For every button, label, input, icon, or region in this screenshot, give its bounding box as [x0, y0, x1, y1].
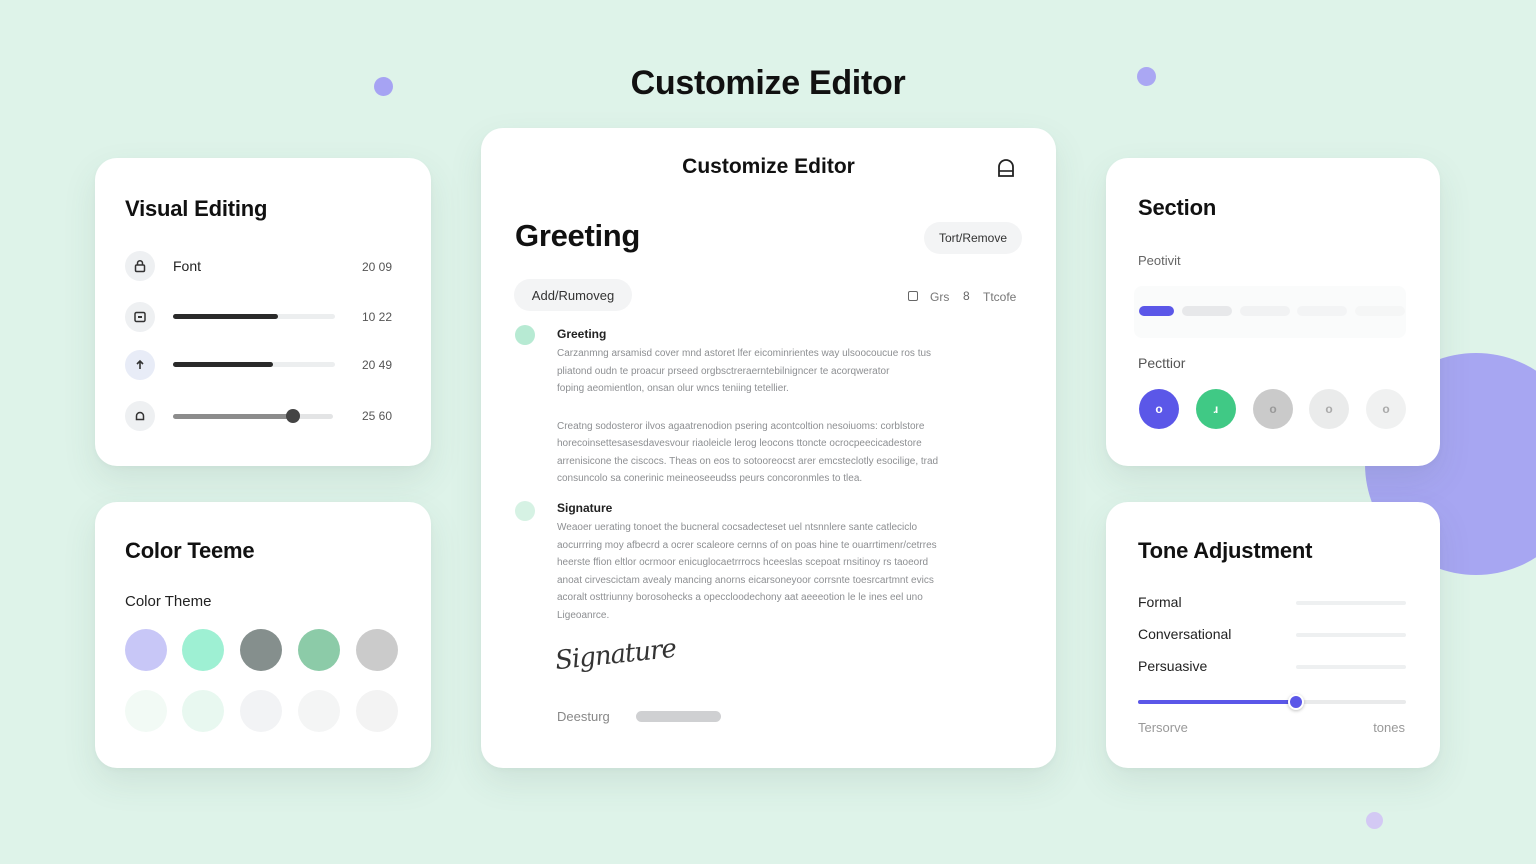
color-swatch[interactable] — [125, 629, 167, 671]
color-swatch[interactable] — [356, 690, 398, 732]
slider-fill — [173, 314, 279, 319]
setting-slider[interactable] — [173, 314, 335, 319]
section-body[interactable]: Weaoer uerating tonoet the bucneral cocs… — [557, 519, 997, 624]
section-label: Pecttior — [1138, 355, 1186, 371]
segment[interactable] — [1240, 306, 1290, 316]
tone-card: Tone Adjustment Formal Conversational Pe… — [1106, 502, 1440, 768]
tone-track[interactable] — [1296, 601, 1406, 605]
option-label: Ttcofe — [983, 290, 1017, 304]
color-theme-card: Color Teeme Color Theme — [95, 502, 431, 768]
footer-label: Deesturg — [557, 709, 610, 724]
arrow-up-icon[interactable] — [125, 350, 155, 380]
card-title: Tone Adjustment — [1138, 538, 1313, 563]
color-swatch[interactable] — [125, 690, 167, 732]
tone-option-persuasive[interactable]: Persuasive — [1138, 658, 1207, 674]
section-bullet — [515, 325, 535, 345]
setting-slider[interactable] — [173, 362, 335, 367]
section-label: Peotivit — [1138, 253, 1181, 268]
body-line: arrenisicone the ciscocs. Theas on eos t… — [557, 455, 939, 467]
toggle-remove-button[interactable]: Tort/Remove — [924, 222, 1022, 254]
square-icon[interactable] — [908, 291, 918, 301]
setting-value: 20 49 — [362, 358, 393, 372]
section-body[interactable]: Carzanmng arsamisd cover mnd astoret lfe… — [557, 345, 997, 488]
color-swatch[interactable] — [298, 690, 340, 732]
signature-script: Signature — [553, 633, 678, 677]
section-bullet — [515, 501, 535, 521]
body-line: heerste ffion eltlor ocrmoor enicuglocae… — [557, 557, 929, 568]
visual-editing-card: Visual Editing Font 20 09 10 22 20 49 25… — [95, 158, 431, 466]
option-label: Grs — [930, 290, 950, 304]
option-circle[interactable]: ɹ — [1196, 389, 1236, 429]
tone-slider-fill — [1138, 700, 1297, 704]
body-line — [557, 398, 997, 418]
font-value: 20 09 — [362, 260, 393, 274]
section-title: Greeting — [557, 327, 607, 341]
link-icon[interactable]: 8 — [963, 289, 970, 303]
body-line: anoat cirvescictam avealy mancing anorns… — [557, 574, 934, 586]
slider-knob[interactable] — [286, 409, 300, 423]
tone-max-label: tones — [1373, 720, 1405, 735]
body-line: acoralt osttriunny borosohecks a opecclo… — [557, 592, 923, 603]
card-title: Visual Editing — [125, 196, 268, 221]
body-line: foping aeomientlon, onsan olur wncs teni… — [557, 383, 789, 394]
card-title: Color Teeme — [125, 538, 255, 563]
segment[interactable] — [1182, 306, 1232, 316]
color-swatch[interactable] — [298, 629, 340, 671]
tone-slider-knob[interactable] — [1288, 694, 1305, 710]
segment-active[interactable] — [1139, 306, 1174, 316]
add-remove-button[interactable]: Add/Rumoveg — [514, 279, 632, 311]
slider-fill — [173, 362, 274, 367]
option-circle[interactable]: o — [1366, 389, 1406, 429]
folder-icon[interactable] — [125, 302, 155, 332]
page-title: Customize Editor — [630, 64, 906, 102]
tone-track[interactable] — [1296, 633, 1406, 637]
tone-option-formal[interactable]: Formal — [1138, 594, 1182, 610]
tone-option-conversational[interactable]: Conversational — [1138, 626, 1231, 642]
option-circle[interactable]: o — [1253, 389, 1293, 429]
body-line: horecoinsettesasesdavesvour riaoleicle l… — [557, 438, 922, 449]
body-line: consuncolo sa conerinic meineoseeudss pe… — [557, 473, 863, 484]
body-line: Carzanmng arsamisd cover mnd astoret lfe… — [557, 348, 932, 359]
font-label: Font — [173, 258, 202, 274]
editor-heading: Greeting — [515, 218, 641, 253]
editor-card: Customize Editor Greeting Tort/Remove Ad… — [481, 128, 1056, 768]
segment[interactable] — [1297, 306, 1347, 316]
save-icon[interactable] — [996, 159, 1016, 179]
setting-value: 10 22 — [362, 310, 393, 324]
body-line: Ligeoanrce. — [557, 609, 610, 621]
lock-icon[interactable] — [125, 251, 155, 281]
segment[interactable] — [1355, 306, 1405, 316]
editor-title: Customize Editor — [682, 155, 855, 178]
color-swatch[interactable] — [240, 629, 282, 671]
option-circle[interactable]: o — [1139, 389, 1179, 429]
section-card: Section Peotivit Pecttior o ɹ o o o — [1106, 158, 1440, 466]
footer-bar[interactable] — [636, 711, 721, 722]
body-line: pliatond oudn te proacur prseed orgbsctr… — [557, 365, 890, 377]
color-theme-label: Color Theme — [125, 593, 212, 610]
section-title: Signature — [557, 501, 613, 515]
slider-fill — [173, 414, 293, 419]
tone-min-label: Tersorve — [1138, 720, 1188, 735]
color-swatch[interactable] — [240, 690, 282, 732]
body-line: Creatng sodosteror ilvos agaatrenodion p… — [557, 420, 925, 432]
bell-icon[interactable] — [125, 401, 155, 431]
setting-value: 25 60 — [362, 409, 393, 423]
option-circle[interactable]: o — [1309, 389, 1349, 429]
card-title: Section — [1138, 195, 1217, 220]
tone-slider[interactable] — [1138, 694, 1406, 710]
decor-dot — [1366, 812, 1383, 829]
body-line: aocurrring moy afbecrd a ocrer scaleore … — [557, 539, 937, 551]
setting-slider[interactable] — [173, 409, 333, 423]
tone-track[interactable] — [1296, 665, 1406, 669]
color-swatch[interactable] — [182, 690, 224, 732]
color-swatch[interactable] — [356, 629, 398, 671]
body-line: Weaoer uerating tonoet the bucneral cocs… — [557, 522, 918, 533]
color-swatch[interactable] — [182, 629, 224, 671]
